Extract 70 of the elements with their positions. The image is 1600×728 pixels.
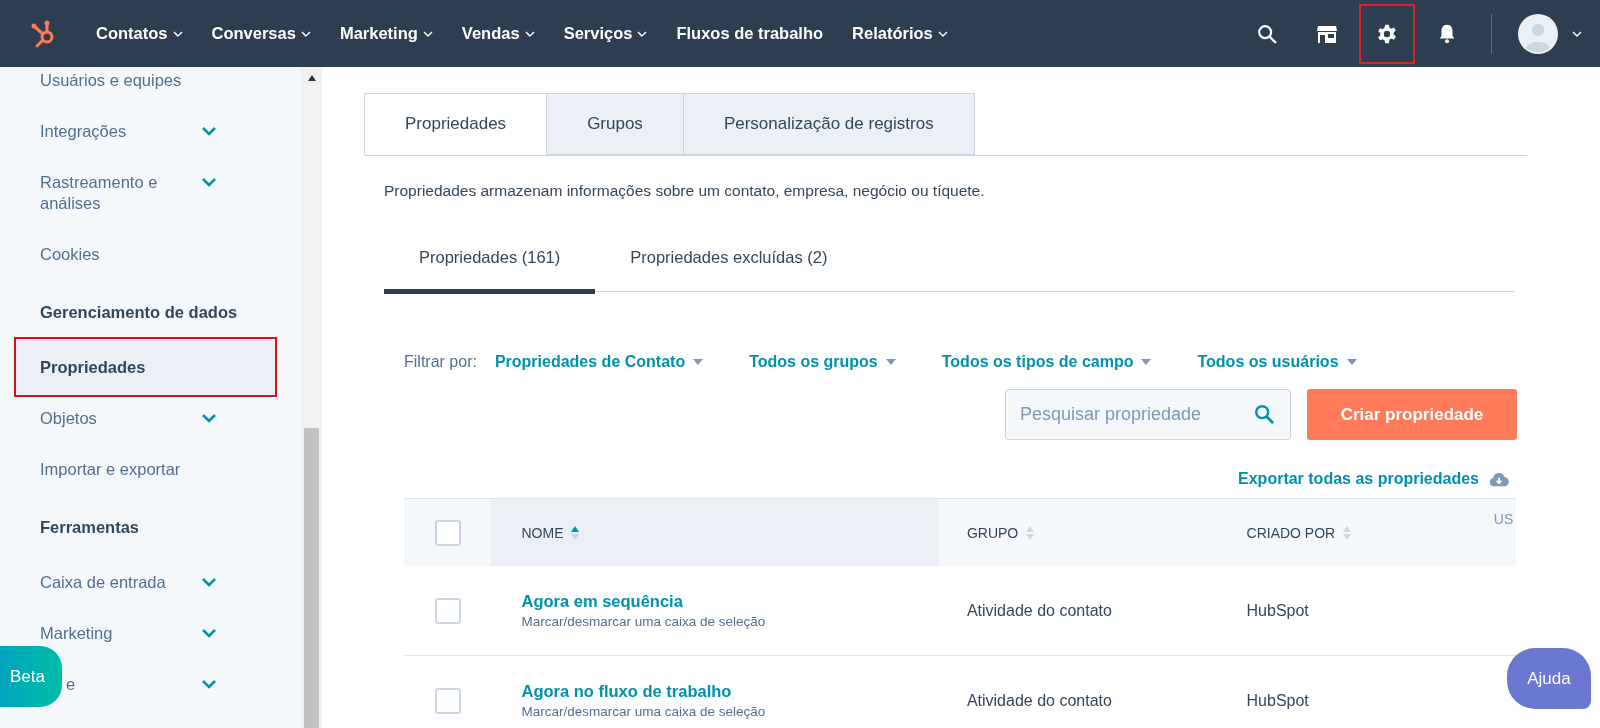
scrollbar[interactable]	[301, 67, 322, 728]
tab[interactable]: Personalização de registros	[683, 93, 975, 155]
table-cell: Atividade do contato	[966, 691, 1112, 709]
column-header[interactable]: CRIADO POR	[1246, 498, 1494, 566]
nav-menu-item[interactable]: Relatórios	[852, 24, 948, 43]
table-cell: Atividade do contato	[966, 601, 1112, 619]
tab[interactable]: Propriedades	[364, 93, 548, 155]
description-text: Propriedades armazenam informações sobre um contato, empresa, negócio ou tíquete.	[384, 182, 986, 200]
cloud-download-icon	[1489, 471, 1509, 487]
sidebar-item[interactable]: e	[64, 671, 277, 697]
sidebar-item[interactable]: Usuários e equipes	[14, 67, 277, 93]
checkbox[interactable]	[434, 597, 461, 624]
sidebar-item[interactable]: Caixa de entrada	[14, 569, 277, 595]
nav-menu-item[interactable]: Vendas	[461, 24, 535, 43]
property-name-link[interactable]: Agora no fluxo de trabalho	[521, 682, 732, 700]
chevron-icon[interactable]	[201, 177, 217, 187]
settings-button[interactable]	[1359, 3, 1415, 64]
search-icon	[1256, 22, 1278, 45]
filter-dropdown[interactable]: Todos os usuários	[1197, 353, 1357, 371]
beta-button[interactable]: Beta	[0, 646, 62, 707]
property-type-text: Marcar/desmarcar uma caixa de seleção	[521, 704, 767, 719]
caret-icon[interactable]	[1572, 30, 1582, 37]
sidebar-item[interactable]: Importar e exportar	[14, 456, 277, 482]
property-name-link[interactable]: Agora em sequência	[521, 592, 683, 610]
sidebar-section-heading: Ferramentas	[39, 517, 141, 538]
avatar-icon[interactable]	[1518, 13, 1558, 54]
sidebar-item[interactable]: Rastreamento e análises	[14, 169, 277, 216]
sidebar-item[interactable]: Cookies	[14, 241, 277, 267]
gear-icon	[1376, 22, 1398, 45]
sort-icon[interactable]	[571, 525, 580, 540]
checkbox[interactable]	[434, 687, 461, 714]
caret-icon	[1346, 359, 1357, 365]
chevron-icon[interactable]	[201, 679, 217, 689]
table-cell: HubSpot	[1246, 601, 1309, 619]
chevron-icon[interactable]	[201, 628, 217, 638]
filter-dropdown[interactable]: Todos os tipos de campo	[941, 353, 1152, 371]
scroll-up-icon[interactable]	[307, 75, 316, 81]
chevron-icon[interactable]	[201, 126, 217, 136]
nav-menu-item[interactable]: Conversas	[211, 24, 311, 43]
chevron-icon[interactable]	[201, 413, 217, 423]
sidebar-item[interactable]: Marketing	[14, 620, 277, 646]
column-header[interactable]: NOME	[491, 498, 939, 566]
caret-icon	[1141, 359, 1152, 365]
nav-menu-item[interactable]: Contatos	[96, 24, 183, 43]
filter-dropdown[interactable]: Propriedades de Contato	[494, 353, 704, 371]
chevron-icon[interactable]	[201, 577, 217, 587]
nav-menu-item[interactable]: Marketing	[339, 24, 433, 43]
caret-icon	[885, 359, 896, 365]
sidebar-item[interactable]: Objetos	[14, 405, 277, 431]
filter-label: Filtrar por:	[404, 353, 477, 371]
table-cell: HubSpot	[1246, 691, 1309, 709]
nav-menu-item[interactable]: Fluxos de trabalho	[676, 24, 824, 43]
sidebar-section-heading: Gerenciamento de dados	[39, 302, 239, 323]
create-property-button[interactable]: Criar propriedade	[1307, 389, 1517, 440]
sidebar-item[interactable]: Integrações	[14, 118, 277, 144]
filter-dropdown[interactable]: Todos os grupos	[749, 353, 896, 371]
tab[interactable]: Grupos	[547, 93, 684, 155]
search-field[interactable]: Pesquisar propriedade	[1005, 389, 1291, 440]
sidebar-item[interactable]: Propriedades	[14, 337, 277, 397]
column-header[interactable]: GRUPO	[938, 498, 1247, 566]
column-header[interactable]: US	[1493, 498, 1516, 566]
caret-icon	[693, 359, 704, 365]
tab[interactable]: Propriedades (161)	[384, 246, 596, 294]
nav-menu-item[interactable]: Serviços	[563, 24, 648, 43]
export-link[interactable]: Exportar todas as propriedades	[1238, 470, 1479, 488]
help-button[interactable]: Ajuda	[1507, 648, 1591, 709]
property-type-text: Marcar/desmarcar uma caixa de seleção	[521, 614, 767, 629]
tab[interactable]: Propriedades excluídas (2)	[595, 246, 863, 294]
checkbox[interactable]	[434, 519, 461, 546]
search-icon[interactable]	[1253, 403, 1275, 425]
